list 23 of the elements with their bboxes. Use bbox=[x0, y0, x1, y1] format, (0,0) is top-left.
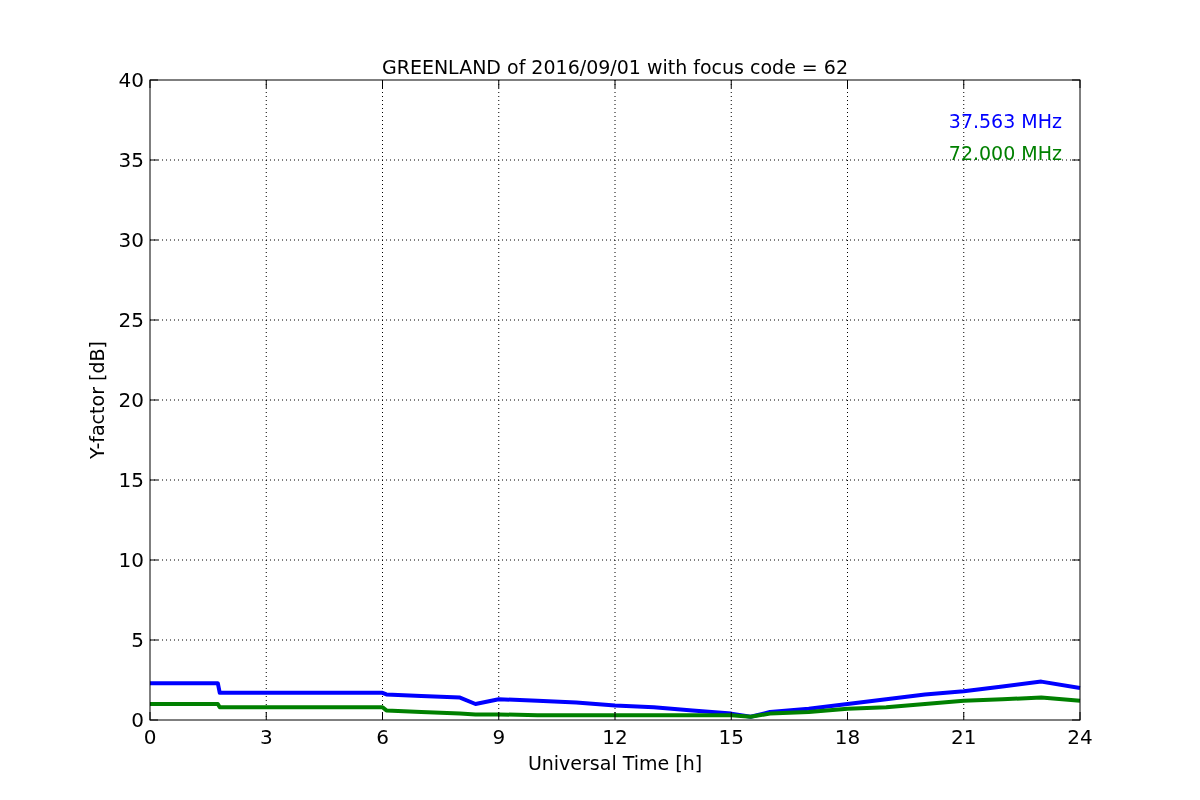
y-tick-label: 10 bbox=[118, 548, 144, 572]
x-tick-label: 24 bbox=[1067, 725, 1093, 749]
chart-title: GREENLAND of 2016/09/01 with focus code = 62 bbox=[382, 56, 848, 78]
x-tick-label: 6 bbox=[376, 725, 389, 749]
y-axis-label: Y-factor [dB] bbox=[86, 341, 108, 459]
y-tick-label: 40 bbox=[118, 68, 144, 92]
y-tick-label: 25 bbox=[118, 308, 144, 332]
legend-label: 72.000 MHz bbox=[948, 142, 1062, 164]
y-tick-label: 30 bbox=[118, 228, 144, 252]
x-tick-label: 18 bbox=[834, 725, 861, 749]
y-tick-label: 5 bbox=[131, 628, 144, 652]
x-tick-label: 12 bbox=[602, 725, 628, 749]
x-tick-label: 0 bbox=[143, 725, 157, 749]
y-tick-label: 0 bbox=[131, 708, 144, 732]
x-axis-label: Universal Time [h] bbox=[527, 752, 703, 774]
x-tick-label: 9 bbox=[492, 725, 506, 749]
legend-label: 37.563 MHz bbox=[948, 110, 1062, 132]
y-tick-label: 20 bbox=[118, 388, 144, 412]
y-tick-label: 35 bbox=[118, 148, 144, 172]
x-tick-label: 15 bbox=[718, 725, 744, 749]
y-tick-label: 15 bbox=[118, 468, 144, 492]
x-tick-label: 3 bbox=[259, 725, 273, 749]
x-tick-label: 21 bbox=[951, 725, 977, 749]
